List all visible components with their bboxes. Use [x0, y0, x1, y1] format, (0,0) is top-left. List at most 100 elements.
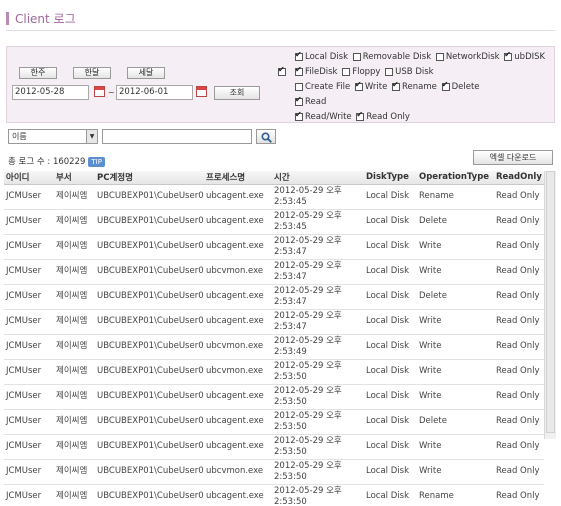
vertical-scrollbar[interactable] [544, 171, 556, 439]
table-cell: JCMUser [4, 484, 54, 506]
calendar-from-icon[interactable] [94, 86, 105, 97]
log-table: 아이디 부서 PC계정명 프로세스명 시간 DiskType OperationType Re… [4, 171, 544, 506]
checkbox-icon [295, 65, 303, 76]
table-cell: Read Only [494, 259, 544, 285]
table-row[interactable]: JCMUser 제이씨엠 UBCUBEXP01\CubeUser01 ubcagent… [4, 184, 544, 210]
table-body: JCMUser 제이씨엠 UBCUBEXP01\CubeUser01 ubcagent… [4, 184, 544, 506]
column-header[interactable]: 시간 [272, 171, 364, 185]
table-cell: Local Disk [364, 259, 417, 285]
table-cell: UBCUBEXP01\CubeUser01 [95, 284, 204, 310]
column-header[interactable]: 아이디 [4, 171, 54, 185]
option-ubdisk[interactable]: ubDISK [504, 50, 545, 62]
option-local-disk[interactable]: Local Disk [295, 50, 348, 62]
table-row[interactable]: JCMUser 제이씨엠 UBCUBEXP01\CubeUser01 ubcvmon.… [4, 334, 544, 360]
period-month-button[interactable]: 한달 [73, 67, 111, 79]
table-row[interactable]: JCMUser 제이씨엠 UBCUBEXP01\CubeUser01 ubcagent… [4, 284, 544, 310]
table-cell: JCMUser [4, 309, 54, 335]
table-cell: ubcvmon.exe [204, 334, 272, 360]
option-delete[interactable]: Delete [441, 80, 480, 92]
table-cell: Delete [417, 409, 494, 435]
table-row[interactable]: JCMUser 제이씨엠 UBCUBEXP01\CubeUser01 ubcagent… [4, 234, 544, 260]
table-cell: Read Only [494, 384, 544, 410]
option-network-disk[interactable]: NetworkDisk [435, 52, 500, 62]
excel-download-button[interactable]: 엑셀 다운로드 [473, 150, 553, 165]
period-3month-button[interactable]: 세달 [127, 67, 165, 79]
table-cell: 제이씨엠 [54, 409, 95, 435]
table-cell: 2012-05-29 오후 2:53:50 [272, 434, 364, 460]
table-cell: ubcagent.exe [204, 184, 272, 210]
search-field-select[interactable]: 이름 ▼ [8, 129, 98, 144]
table-row[interactable]: JCMUser 제이씨엠 UBCUBEXP01\CubeUser01 ubcagent… [4, 434, 544, 460]
table-cell: 제이씨엠 [54, 184, 95, 210]
table-cell: JCMUser [4, 359, 54, 385]
table-cell: Local Disk [364, 384, 417, 410]
checkbox-icon [392, 80, 401, 91]
table-row[interactable]: JCMUser 제이씨엠 UBCUBEXP01\CubeUser01 ubcagent… [4, 484, 544, 506]
table-cell: ubcagent.exe [204, 284, 272, 310]
table-row[interactable]: JCMUser 제이씨엠 UBCUBEXP01\CubeUser01 ubcvmon.… [4, 259, 544, 285]
table-cell: UBCUBEXP01\CubeUser01 [95, 384, 204, 410]
table-cell: 제이씨엠 [54, 484, 95, 506]
operation-options-row-1: Create File Write Rename Delete [295, 80, 482, 92]
search-keyword-input[interactable] [102, 129, 252, 144]
option-read-write[interactable]: Read/Write [295, 110, 352, 122]
page-title: Client 로그 [15, 11, 76, 26]
scrollbar-thumb[interactable] [546, 171, 555, 433]
checkbox-icon [504, 50, 513, 61]
column-header[interactable]: ReadOnly [494, 171, 544, 185]
option-removable-disk[interactable]: Removable Disk [352, 52, 431, 62]
checkbox-icon [354, 80, 363, 91]
table-cell: 제이씨엠 [54, 459, 95, 485]
period-week-button[interactable]: 한주 [19, 67, 57, 79]
search-button[interactable]: 조회 [214, 86, 260, 100]
table-cell: Local Disk [364, 459, 417, 485]
table-cell: Read Only [494, 209, 544, 235]
chevron-down-icon[interactable]: ▼ [86, 130, 97, 143]
option-read-only[interactable]: Read Only [356, 110, 410, 122]
range-separator: ~ [108, 88, 115, 97]
table-row[interactable]: JCMUser 제이씨엠 UBCUBEXP01\CubeUser01 ubcagent… [4, 384, 544, 410]
option-floppy[interactable]: Floppy [342, 67, 380, 77]
table-cell: Local Disk [364, 409, 417, 435]
table-cell: 제이씨엠 [54, 209, 95, 235]
column-header[interactable]: 프로세스명 [204, 171, 272, 185]
option-rename[interactable]: Rename [392, 80, 437, 92]
column-header[interactable]: OperationType [417, 171, 494, 185]
table-cell: Write [417, 309, 494, 335]
table-cell: ubcagent.exe [204, 309, 272, 335]
table-cell: ubcagent.exe [204, 234, 272, 260]
column-header[interactable]: PC계정명 [95, 171, 204, 185]
table-cell: 2012-05-29 오후 2:53:50 [272, 359, 364, 385]
table-cell: Write [417, 334, 494, 360]
table-cell: ubcagent.exe [204, 484, 272, 506]
date-from-input[interactable]: 2012-05-28 [12, 85, 89, 100]
option-read[interactable]: Read [295, 95, 326, 107]
option-create-file[interactable]: Create File [295, 82, 350, 92]
table-cell: Read Only [494, 184, 544, 210]
table-row[interactable]: JCMUser 제이씨엠 UBCUBEXP01\CubeUser01 ubcvmon.… [4, 359, 544, 385]
calendar-to-icon[interactable] [196, 86, 207, 97]
column-header[interactable]: DiskType [364, 171, 417, 185]
table-cell: Rename [417, 484, 494, 506]
operation-options-row-2: Read [295, 95, 328, 107]
keyword-search-button[interactable] [256, 129, 276, 144]
column-header[interactable]: 부서 [54, 171, 95, 185]
table-row[interactable]: JCMUser 제이씨엠 UBCUBEXP01\CubeUser01 ubcagent… [4, 309, 544, 335]
table-row[interactable]: JCMUser 제이씨엠 UBCUBEXP01\CubeUser01 ubcagent… [4, 209, 544, 235]
option-usb-disk[interactable]: USB Disk [385, 67, 434, 77]
option-filedisk[interactable]: FileDisk [295, 65, 337, 77]
table-row[interactable]: JCMUser 제이씨엠 UBCUBEXP01\CubeUser01 ubcagent… [4, 409, 544, 435]
table-cell: UBCUBEXP01\CubeUser01 [95, 334, 204, 360]
tip-badge[interactable]: TIP [88, 156, 105, 167]
table-row[interactable]: JCMUser 제이씨엠 UBCUBEXP01\CubeUser01 ubcvmon.… [4, 459, 544, 485]
option-write[interactable]: Write [354, 80, 387, 92]
table-cell: Local Disk [364, 334, 417, 360]
table-cell: Write [417, 259, 494, 285]
checkbox-icon [352, 52, 361, 61]
table-cell: Local Disk [364, 309, 417, 335]
checkbox-icon [295, 110, 303, 121]
date-to-input[interactable]: 2012-06-01 [116, 85, 193, 100]
table-cell: UBCUBEXP01\CubeUser01 [95, 184, 204, 210]
select-all-checkbox[interactable] [278, 65, 286, 76]
table-cell: JCMUser [4, 334, 54, 360]
